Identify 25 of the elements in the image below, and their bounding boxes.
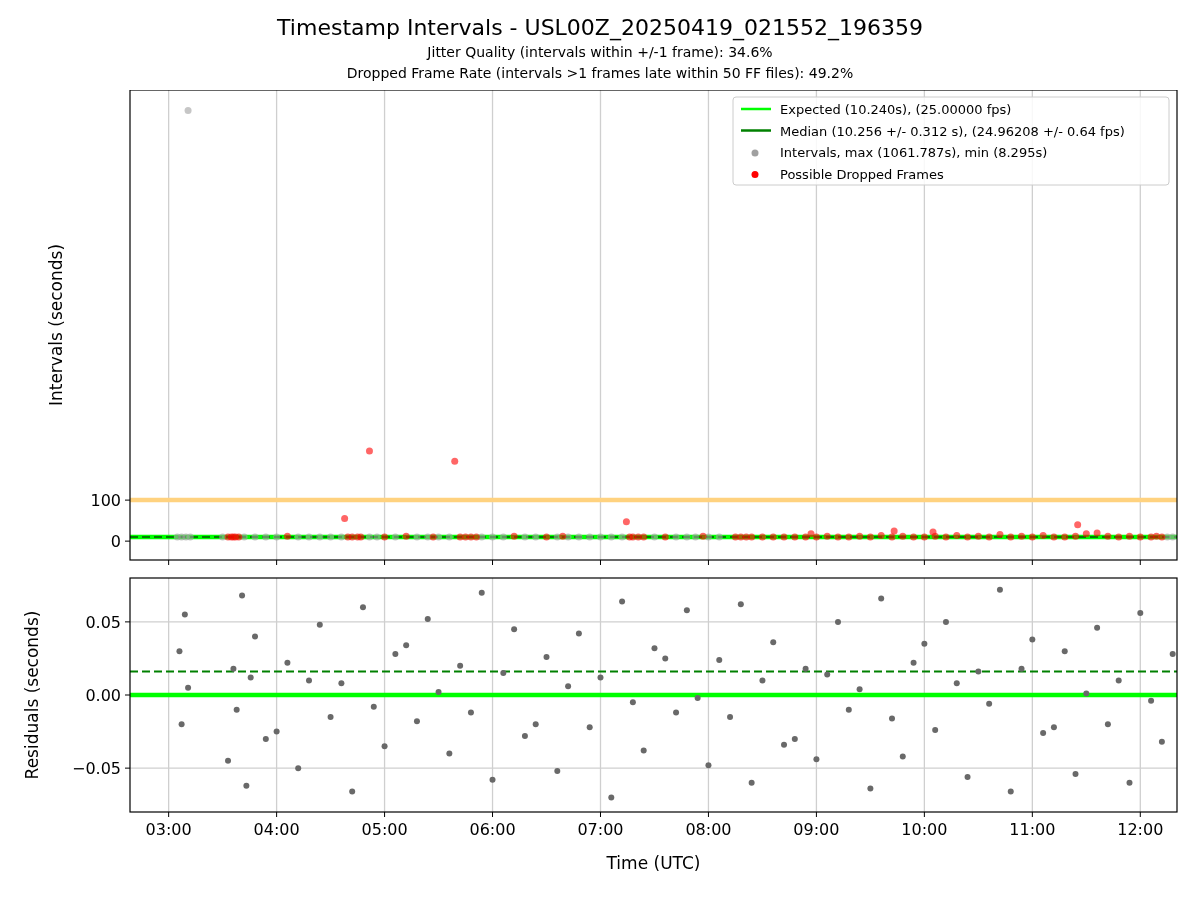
tick-label: 05:00 — [361, 820, 408, 839]
tick-label: 11:00 — [1009, 820, 1056, 839]
chart-title: Timestamp Intervals - USL00Z_20250419_021552_196359 — [277, 14, 923, 42]
legend-label: Intervals, max (1061.787s), min (8.295s) — [780, 145, 1048, 160]
tick-label: 08:00 — [685, 820, 732, 839]
legend-label: Expected (10.240s), (25.00000 fps) — [780, 102, 1012, 117]
tick-label: 04:00 — [253, 820, 300, 839]
axis-label: Time (UTC) — [606, 853, 701, 873]
tick-label: 0.00 — [85, 686, 121, 705]
legend-label: Median (10.256 +/- 0.312 s), (24.96208 +/- 0.64 fps) — [780, 123, 1125, 139]
legend-label: Possible Dropped Frames — [780, 166, 944, 182]
tick-label: 10:00 — [901, 820, 948, 839]
tick-label: −0.05 — [71, 759, 121, 779]
axis-label: Residuals (seconds) — [22, 610, 42, 780]
tick-label: 0.05 — [85, 612, 121, 632]
tick-label: 03:00 — [145, 820, 192, 839]
chart-subtitle: Jitter Quality (intervals within +/-1 frame): 34.6% — [427, 43, 773, 62]
tick-label: 09:00 — [793, 820, 840, 839]
tick-label: 12:00 — [1117, 820, 1164, 839]
tick-label: 100 — [90, 491, 121, 511]
tick-label: 06:00 — [469, 820, 516, 839]
chart-subtitle: Dropped Frame Rate (intervals >1 frames late within 50 FF files): 49.2% — [346, 64, 854, 83]
tick-label: 0 — [110, 532, 121, 552]
tick-label: 07:00 — [577, 820, 624, 839]
axis-label: Intervals (seconds) — [46, 243, 66, 407]
